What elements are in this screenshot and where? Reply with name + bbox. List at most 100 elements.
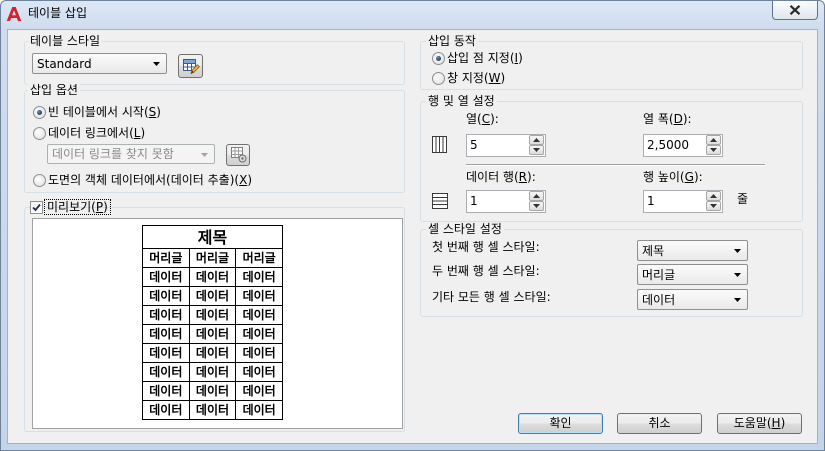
- data-rows-spin-down-button[interactable]: [529, 201, 544, 211]
- data-rows-label: 데이터 행(R):: [466, 170, 536, 184]
- radio-indicator: [432, 72, 445, 85]
- table-style-group-label: 테이블 스타일: [28, 34, 103, 48]
- row-height-input[interactable]: 1: [644, 191, 707, 212]
- preview-data-row: 데이터 데이터 데이터: [142, 362, 283, 382]
- chevron-down-icon: [734, 298, 741, 302]
- other-rows-style-dropdown[interactable]: 데이터: [637, 289, 748, 310]
- rows-icon: [432, 193, 448, 209]
- preview-data-cell: 데이터: [142, 267, 190, 287]
- preview-data-row: 데이터 데이터 데이터: [142, 324, 283, 344]
- preview-data-row: 데이터 데이터 데이터: [142, 381, 283, 401]
- autocad-app-icon: [6, 6, 22, 22]
- radio-indicator: [33, 106, 46, 119]
- columns-icon: [432, 136, 447, 153]
- row-height-spin-up-button[interactable]: [706, 191, 721, 201]
- data-link-dropdown[interactable]: 데이터 링크를 찾지 못함: [47, 144, 215, 164]
- column-row-settings-group-label: 행 및 열 설정: [426, 94, 497, 108]
- column-width-input[interactable]: 2,5000: [644, 135, 707, 156]
- table-style-edit-icon: [182, 57, 200, 75]
- close-icon: [789, 4, 801, 16]
- radio-indicator: [33, 174, 46, 187]
- row-height-spin-down-button[interactable]: [706, 201, 721, 211]
- preview-data-cell: 데이터: [235, 400, 283, 420]
- accelerator-key: L: [133, 126, 141, 140]
- radio-label: 삽입 점 지정(I): [447, 51, 523, 65]
- columns-spinner: 5: [466, 134, 546, 157]
- cancel-button[interactable]: 취소: [617, 413, 702, 434]
- row-height-spinner: 1: [643, 190, 723, 213]
- radio-indicator: [432, 52, 445, 65]
- preview-data-cell: 데이터: [142, 324, 190, 344]
- preview-table: 제목 머리글 머리글 머리글 데이터 데이터 데이터 데이터 데이터 데이터 데이터 데이터 데이터 데이…: [142, 225, 283, 420]
- column-width-spin-up-button[interactable]: [706, 135, 721, 145]
- insert-options-group-label: 삽입 옵션: [28, 83, 80, 97]
- preview-data-cell: 데이터: [142, 400, 190, 420]
- checkbox-indicator: [30, 201, 43, 214]
- other-rows-style-value: 데이터: [642, 293, 676, 307]
- data-rows-input[interactable]: 1: [467, 191, 530, 212]
- chevron-down-icon: [533, 204, 540, 208]
- preview-data-row: 데이터 데이터 데이터: [142, 267, 283, 287]
- preview-data-cell: 데이터: [188, 362, 237, 382]
- columns-spin-down-button[interactable]: [529, 145, 544, 155]
- preview-data-row: 데이터 데이터 데이터: [142, 343, 283, 363]
- preview-data-row: 데이터 데이터 데이터: [142, 400, 283, 420]
- preview-data-cell: 데이터: [235, 286, 283, 306]
- close-button[interactable]: [772, 1, 818, 20]
- preview-data-cell: 데이터: [142, 381, 190, 401]
- chevron-down-icon: [734, 249, 741, 253]
- preview-data-cell: 데이터: [188, 343, 237, 363]
- accelerator-key: X: [239, 173, 248, 187]
- help-button[interactable]: 도움말(H): [717, 413, 802, 434]
- ok-button[interactable]: 확인: [518, 413, 603, 434]
- preview-title-row: 제목: [142, 225, 283, 249]
- row-height-label: 행 높이(G):: [643, 170, 703, 184]
- radio-label: 창 지정(W): [447, 71, 506, 85]
- preview-header-cell: 머리글: [142, 248, 190, 268]
- cell-style-settings-group-label: 셀 스타일 설정: [426, 222, 504, 236]
- data-rows-spin-up-button[interactable]: [529, 191, 544, 201]
- chevron-down-icon: [710, 148, 717, 152]
- columns-spin-up-button[interactable]: [529, 135, 544, 145]
- data-link-manager-button[interactable]: [226, 144, 250, 166]
- preview-data-cell: 데이터: [235, 343, 283, 363]
- window-title: 테이블 삽입: [28, 6, 88, 20]
- preview-data-cell: 데이터: [188, 400, 237, 420]
- title-bar[interactable]: 테이블 삽입: [0, 0, 825, 30]
- preview-data-cell: 데이터: [235, 324, 283, 344]
- radio-indicator: [33, 127, 46, 140]
- row-height-unit: 줄: [737, 192, 749, 206]
- preview-checkbox[interactable]: 미리보기(P): [30, 199, 111, 215]
- preview-data-cell: 데이터: [142, 362, 190, 382]
- second-row-style-dropdown[interactable]: 머리글: [637, 264, 748, 285]
- chevron-up-icon: [710, 138, 717, 142]
- table-style-dropdown[interactable]: Standard: [32, 53, 167, 74]
- accelerator-key: W: [488, 71, 501, 85]
- first-row-style-value: 제목: [642, 244, 665, 258]
- first-row-style-dropdown[interactable]: 제목: [637, 240, 748, 261]
- chevron-down-icon: [533, 148, 540, 152]
- chevron-down-icon: [734, 273, 741, 277]
- first-row-style-label: 첫 번째 행 셀 스타일:: [432, 240, 540, 254]
- insertion-behavior-group-label: 삽입 동작: [426, 34, 478, 48]
- data-link-manager-icon: [230, 146, 248, 164]
- column-width-spin-down-button[interactable]: [706, 145, 721, 155]
- preview-data-row: 데이터 데이터 데이터: [142, 305, 283, 325]
- preview-data-cell: 데이터: [235, 267, 283, 287]
- preview-title-cell: 제목: [142, 225, 283, 249]
- table-style-launch-button[interactable]: [178, 54, 203, 78]
- data-link-value: 데이터 링크를 찾지 못함: [52, 147, 174, 161]
- accelerator-key: D: [673, 112, 683, 126]
- chevron-down-icon: [710, 204, 717, 208]
- preview-data-cell: 데이터: [188, 324, 237, 344]
- columns-input[interactable]: 5: [467, 135, 530, 156]
- chevron-up-icon: [533, 138, 540, 142]
- preview-data-cell: 데이터: [235, 381, 283, 401]
- preview-data-cell: 데이터: [188, 267, 237, 287]
- accelerator-key: H: [771, 416, 781, 430]
- settings-divider: [466, 164, 765, 166]
- preview-data-cell: 데이터: [235, 305, 283, 325]
- preview-header-cell: 머리글: [235, 248, 283, 268]
- preview-data-cell: 데이터: [235, 362, 283, 382]
- table-style-value: Standard: [37, 57, 92, 71]
